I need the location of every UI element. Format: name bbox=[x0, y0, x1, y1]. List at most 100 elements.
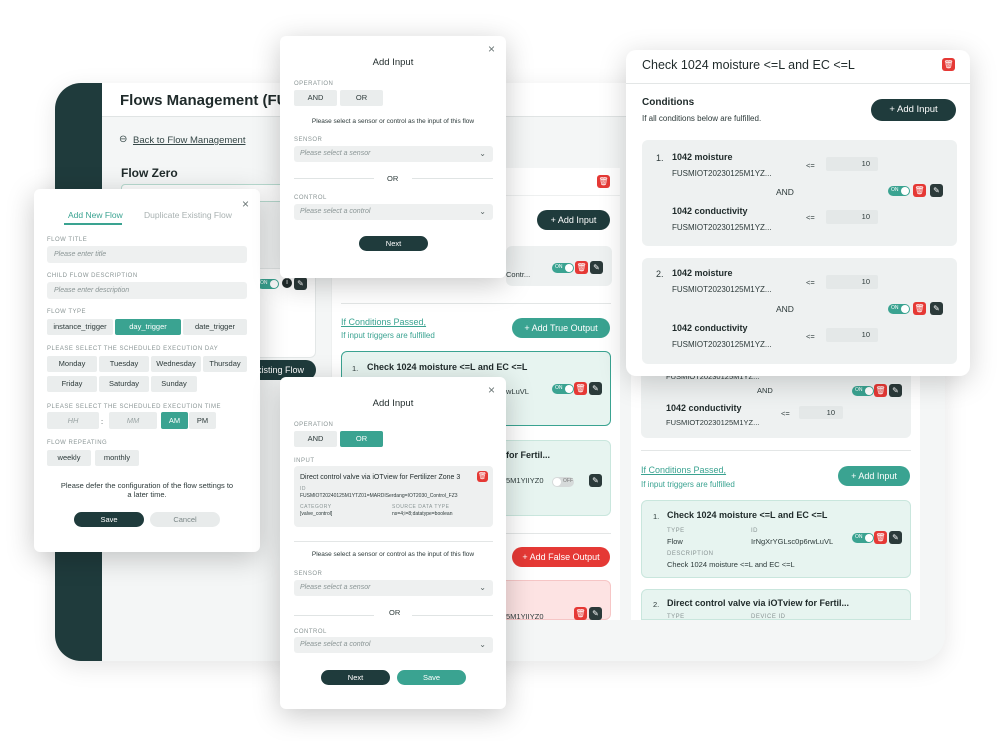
conditions-sub: If all conditions below are fulfilled. bbox=[642, 114, 762, 123]
am-toggle[interactable]: AM bbox=[161, 412, 188, 429]
condition-toggle[interactable]: ON bbox=[888, 304, 910, 314]
tab-duplicate-existing-flow[interactable]: Duplicate Existing Flow bbox=[144, 210, 232, 220]
if-conditions-passed: If Conditions Passed, bbox=[641, 465, 727, 475]
condition-value[interactable]: 10 bbox=[826, 157, 878, 171]
back-arrow-icon[interactable]: ⊖ bbox=[119, 134, 127, 145]
condition-value[interactable]: 10 bbox=[826, 275, 878, 289]
add-input-button[interactable]: + Add Input bbox=[838, 466, 910, 486]
output-id: wLuVL bbox=[506, 387, 529, 396]
edit-icon[interactable]: ✎ bbox=[889, 384, 902, 397]
delete-icon[interactable]: 🗑 bbox=[913, 302, 926, 315]
sensor-label: SENSOR bbox=[294, 571, 323, 577]
defer-text-line1: Please defer the configuration of the fl… bbox=[60, 481, 234, 490]
chevron-down-icon: ⌄ bbox=[479, 149, 486, 158]
edit-icon[interactable]: ✎ bbox=[589, 382, 602, 395]
day-saturday[interactable]: Saturday bbox=[99, 376, 149, 392]
edit-icon[interactable]: ✎ bbox=[930, 184, 943, 197]
next-button[interactable]: Next bbox=[321, 670, 390, 685]
delete-icon[interactable]: 🗑 bbox=[477, 471, 488, 482]
flow-type-instance-trigger[interactable]: instance_trigger bbox=[47, 319, 113, 335]
add-input-button[interactable]: + Add Input bbox=[537, 210, 610, 230]
category-label: CATEGORY bbox=[300, 504, 332, 510]
control-label: CONTROL bbox=[294, 629, 327, 635]
sensor-select[interactable]: Please select a sensor ⌄ bbox=[294, 146, 493, 162]
delete-icon[interactable]: 🗑 bbox=[597, 175, 610, 188]
divider bbox=[294, 541, 493, 542]
close-icon[interactable]: × bbox=[242, 197, 249, 211]
flow-title-input[interactable]: Please enter title bbox=[47, 246, 247, 263]
edit-icon[interactable]: ✎ bbox=[930, 302, 943, 315]
edit-icon[interactable]: ✎ bbox=[589, 607, 602, 620]
condition-toggle[interactable]: ON bbox=[888, 186, 910, 196]
input-toggle[interactable]: ON bbox=[552, 263, 574, 273]
operation-or[interactable]: OR bbox=[340, 90, 383, 106]
add-input-button[interactable]: + Add Input bbox=[871, 99, 956, 121]
add-false-output-button[interactable]: + Add False Output bbox=[512, 547, 610, 567]
condition-value[interactable]: 10 bbox=[826, 328, 878, 342]
close-icon[interactable]: × bbox=[488, 383, 495, 397]
join-operator: AND bbox=[776, 187, 794, 197]
day-tuesday[interactable]: Tuesday bbox=[99, 356, 149, 372]
delete-icon[interactable]: 🗑 bbox=[942, 58, 955, 71]
description-value: Check 1024 moisture <=L and EC <=L bbox=[667, 560, 795, 569]
condition-toggle[interactable]: ON bbox=[852, 386, 874, 396]
active-tab-underline bbox=[64, 223, 122, 225]
control-select[interactable]: Please select a control ⌄ bbox=[294, 204, 493, 220]
info-icon[interactable]: i bbox=[282, 278, 292, 288]
day-thursday[interactable]: Thursday bbox=[203, 356, 247, 372]
delete-icon[interactable]: 🗑 bbox=[575, 261, 588, 274]
save-button[interactable]: Save bbox=[74, 512, 144, 527]
description-input[interactable]: Please enter description bbox=[47, 282, 247, 299]
day-monday[interactable]: Monday bbox=[47, 356, 97, 372]
minute-input[interactable]: MM bbox=[109, 412, 157, 429]
or-text: OR bbox=[389, 608, 401, 617]
flow-type-day-trigger[interactable]: day_trigger bbox=[115, 319, 181, 335]
edit-icon[interactable]: ✎ bbox=[889, 531, 902, 544]
output-toggle[interactable]: ON bbox=[852, 533, 874, 543]
output-toggle[interactable]: ON bbox=[552, 384, 574, 394]
operation-or[interactable]: OR bbox=[340, 431, 383, 447]
delete-icon[interactable]: 🗑 bbox=[574, 382, 587, 395]
if-conditions-passed: If Conditions Passed, bbox=[341, 317, 427, 327]
pm-toggle[interactable]: PM bbox=[189, 412, 216, 429]
delete-icon[interactable]: 🗑 bbox=[874, 384, 887, 397]
back-link[interactable]: Back to Flow Management bbox=[133, 135, 245, 146]
sensor-select[interactable]: Please select a sensor ⌄ bbox=[294, 580, 493, 596]
day-sunday[interactable]: Sunday bbox=[151, 376, 197, 392]
condition-operator: <= bbox=[781, 409, 790, 418]
delete-icon[interactable]: 🗑 bbox=[913, 184, 926, 197]
condition-id: FUSMIOT20230125M1YZ... bbox=[672, 285, 772, 294]
save-button[interactable]: Save bbox=[397, 670, 466, 685]
control-select[interactable]: Please select a control ⌄ bbox=[294, 637, 493, 653]
id-value: FUSMIOT20240125M1YTZ01=MARDISerdang=IOT2… bbox=[300, 493, 458, 499]
delete-icon[interactable]: 🗑 bbox=[874, 531, 887, 544]
control-label: CONTROL bbox=[294, 195, 327, 201]
condition-value[interactable]: 10 bbox=[826, 210, 878, 224]
output-toggle[interactable]: OFF bbox=[552, 477, 574, 487]
instruction-text: Please select a sensor or control as the… bbox=[311, 551, 475, 558]
day-wednesday[interactable]: Wednesday bbox=[151, 356, 201, 372]
hour-input[interactable]: HH bbox=[47, 412, 99, 429]
edit-icon[interactable]: ✎ bbox=[590, 261, 603, 274]
operation-and[interactable]: AND bbox=[294, 90, 337, 106]
operation-and[interactable]: AND bbox=[294, 431, 337, 447]
tab-add-new-flow[interactable]: Add New Flow bbox=[68, 210, 123, 220]
cancel-button[interactable]: Cancel bbox=[150, 512, 220, 527]
add-true-output-button[interactable]: + Add True Output bbox=[512, 318, 610, 338]
output-id: 5M1YIIYZ0 bbox=[506, 476, 544, 485]
close-icon[interactable]: × bbox=[488, 42, 495, 56]
description-label: DESCRIPTION bbox=[667, 551, 714, 557]
flow-type-date-trigger[interactable]: date_trigger bbox=[183, 319, 247, 335]
edit-icon[interactable]: ✎ bbox=[589, 474, 602, 487]
day-friday[interactable]: Friday bbox=[47, 376, 97, 392]
delete-icon[interactable]: 🗑 bbox=[574, 607, 587, 620]
repeat-weekly[interactable]: weekly bbox=[47, 450, 91, 466]
flow-toggle[interactable]: ON bbox=[257, 279, 279, 289]
condition-value[interactable]: 10 bbox=[799, 406, 843, 419]
flow-type-label: FLOW TYPE bbox=[47, 309, 87, 315]
next-button[interactable]: Next bbox=[359, 236, 428, 251]
edit-icon[interactable]: ✎ bbox=[294, 277, 307, 290]
or-divider-right bbox=[412, 178, 493, 179]
selected-input-title: Direct control valve via iOTview for Fer… bbox=[300, 474, 461, 481]
repeat-monthly[interactable]: monthly bbox=[95, 450, 139, 466]
